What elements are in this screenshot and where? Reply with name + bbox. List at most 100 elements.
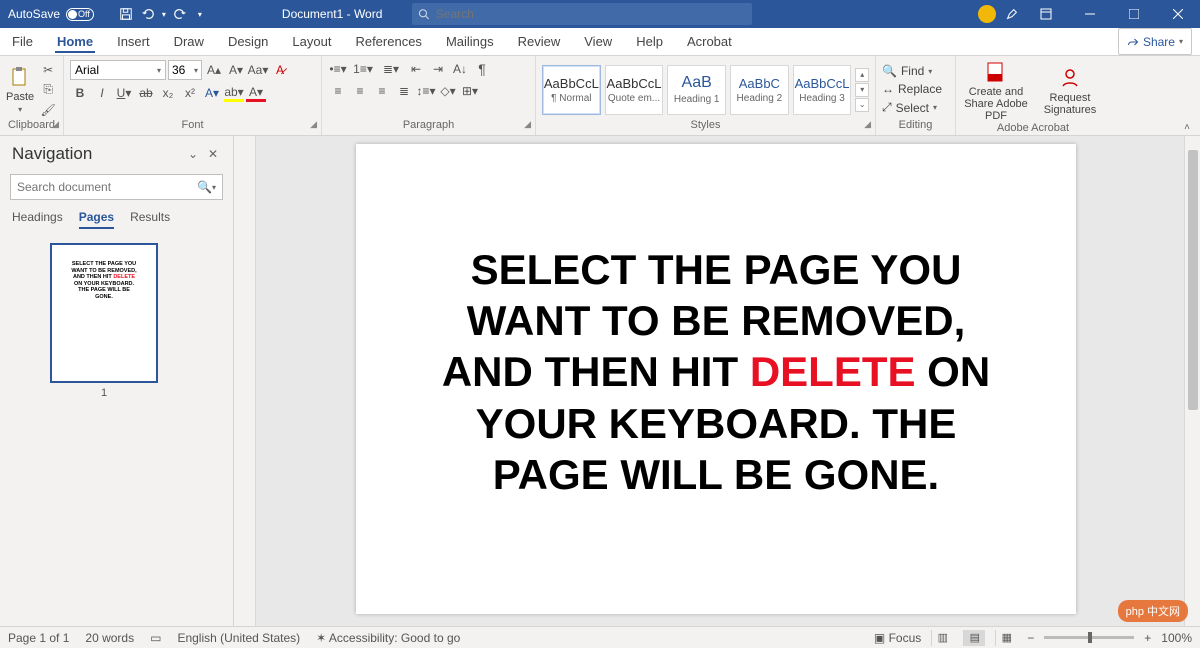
autosave-toggle[interactable]: AutoSave Off xyxy=(8,7,112,21)
nav-tab-pages[interactable]: Pages xyxy=(79,210,114,229)
request-signatures-button[interactable]: Request Signatures xyxy=(1036,66,1104,116)
status-proofing-icon[interactable]: ▭ xyxy=(150,631,161,645)
tab-mailings[interactable]: Mailings xyxy=(434,28,506,55)
tab-acrobat[interactable]: Acrobat xyxy=(675,28,744,55)
font-name-select[interactable]: Arial▾ xyxy=(70,60,166,80)
align-left-icon[interactable]: ≡ xyxy=(328,82,348,100)
nav-dropdown-icon[interactable]: ⌄ xyxy=(183,147,203,161)
italic-button[interactable]: I xyxy=(92,84,112,102)
document-area[interactable]: SELECT THE PAGE YOU WANT TO BE REMOVED, … xyxy=(256,136,1200,626)
copy-icon[interactable]: ⎘ xyxy=(38,81,58,99)
status-words[interactable]: 20 words xyxy=(85,631,134,645)
maximize-button[interactable] xyxy=(1116,0,1152,28)
tab-references[interactable]: References xyxy=(343,28,433,55)
multilevel-list-icon[interactable]: ≣▾ xyxy=(378,60,404,78)
tab-view[interactable]: View xyxy=(572,28,624,55)
drawing-mode-icon[interactable] xyxy=(1004,6,1020,22)
redo-icon[interactable] xyxy=(172,6,188,22)
print-layout-icon[interactable]: ▤ xyxy=(963,630,985,646)
tab-review[interactable]: Review xyxy=(506,28,573,55)
styles-gallery-more[interactable]: ▴▾⌄ xyxy=(855,68,869,112)
show-marks-icon[interactable]: ¶ xyxy=(472,60,492,78)
clear-formatting-icon[interactable]: A̷ xyxy=(270,61,290,79)
line-spacing-icon[interactable]: ↕≡▾ xyxy=(416,82,436,100)
subscript-button[interactable]: x₂ xyxy=(158,84,178,102)
status-language[interactable]: English (United States) xyxy=(177,631,300,645)
cut-icon[interactable]: ✂ xyxy=(38,61,58,79)
paste-button[interactable]: Paste▾ xyxy=(6,65,34,114)
borders-icon[interactable]: ⊞▾ xyxy=(460,82,480,100)
change-case-icon[interactable]: Aa▾ xyxy=(248,61,268,79)
align-right-icon[interactable]: ≡ xyxy=(372,82,392,100)
zoom-level[interactable]: 100% xyxy=(1161,631,1192,645)
zoom-slider[interactable] xyxy=(1044,636,1134,639)
page[interactable]: SELECT THE PAGE YOU WANT TO BE REMOVED, … xyxy=(356,144,1076,614)
user-avatar[interactable] xyxy=(978,5,996,23)
status-page[interactable]: Page 1 of 1 xyxy=(8,631,69,645)
increase-indent-icon[interactable]: ⇥ xyxy=(428,60,448,78)
text-effects-icon[interactable]: A▾ xyxy=(202,84,222,102)
style-normal[interactable]: AaBbCcL¶ Normal xyxy=(542,65,601,115)
tab-draw[interactable]: Draw xyxy=(162,28,216,55)
save-icon[interactable] xyxy=(118,6,134,22)
font-color-icon[interactable]: A▾ xyxy=(246,84,266,102)
nav-close-icon[interactable]: ✕ xyxy=(203,147,223,161)
decrease-indent-icon[interactable]: ⇤ xyxy=(406,60,426,78)
dialog-launcher-icon[interactable]: ◢ xyxy=(524,119,531,130)
tab-help[interactable]: Help xyxy=(624,28,675,55)
find-button[interactable]: 🔍Find▾ xyxy=(882,64,942,78)
dialog-launcher-icon[interactable]: ◢ xyxy=(52,119,59,130)
sort-icon[interactable]: A↓ xyxy=(450,60,470,78)
shrink-font-icon[interactable]: A▾ xyxy=(226,61,246,79)
document-text[interactable]: SELECT THE PAGE YOU WANT TO BE REMOVED, … xyxy=(436,244,996,500)
tab-design[interactable]: Design xyxy=(216,28,280,55)
underline-button[interactable]: U▾ xyxy=(114,84,134,102)
search-input[interactable] xyxy=(436,7,747,21)
tab-home[interactable]: Home xyxy=(45,28,105,55)
bullets-icon[interactable]: •≡▾ xyxy=(328,60,348,78)
ribbon-display-icon[interactable] xyxy=(1028,0,1064,28)
strikethrough-button[interactable]: ab xyxy=(136,84,156,102)
web-layout-icon[interactable]: ▦ xyxy=(995,630,1017,646)
style-heading1[interactable]: AaBHeading 1 xyxy=(667,65,726,115)
nav-search-box[interactable]: 🔍▾ xyxy=(10,174,223,200)
collapse-ribbon-icon[interactable]: ˄ xyxy=(1184,122,1190,133)
numbering-icon[interactable]: 1≡▾ xyxy=(350,60,376,78)
highlight-icon[interactable]: ab▾ xyxy=(224,84,244,102)
undo-icon[interactable] xyxy=(140,6,156,22)
nav-search-input[interactable] xyxy=(17,180,197,194)
select-button[interactable]: ⤢Select▾ xyxy=(882,100,942,115)
style-heading2[interactable]: AaBbCHeading 2 xyxy=(730,65,789,115)
qat-customize-icon[interactable]: ▾ xyxy=(198,10,202,19)
nav-tab-results[interactable]: Results xyxy=(130,210,170,229)
tab-file[interactable]: File xyxy=(0,28,45,55)
justify-icon[interactable]: ≣ xyxy=(394,82,414,100)
style-quote[interactable]: AaBbCcLQuote em... xyxy=(605,65,664,115)
undo-dropdown-icon[interactable]: ▾ xyxy=(162,10,166,19)
shading-icon[interactable]: ◇▾ xyxy=(438,82,458,100)
tab-layout[interactable]: Layout xyxy=(280,28,343,55)
align-center-icon[interactable]: ≡ xyxy=(350,82,370,100)
scrollbar-thumb[interactable] xyxy=(1188,150,1198,410)
nav-tab-headings[interactable]: Headings xyxy=(12,210,63,229)
tab-insert[interactable]: Insert xyxy=(105,28,162,55)
superscript-button[interactable]: x² xyxy=(180,84,200,102)
style-heading3[interactable]: AaBbCcLHeading 3 xyxy=(793,65,852,115)
page-thumbnail[interactable]: SELECT THE PAGE YOU WANT TO BE REMOVED, … xyxy=(50,243,158,383)
minimize-button[interactable] xyxy=(1072,0,1108,28)
format-painter-icon[interactable]: 🖌 xyxy=(38,101,58,119)
share-button[interactable]: Share▾ xyxy=(1118,28,1192,55)
bold-button[interactable]: B xyxy=(70,84,90,102)
zoom-out-button[interactable]: − xyxy=(1027,631,1034,645)
create-pdf-button[interactable]: Create and Share Adobe PDF xyxy=(962,60,1030,122)
grow-font-icon[interactable]: A▴ xyxy=(204,61,224,79)
dialog-launcher-icon[interactable]: ◢ xyxy=(864,119,871,130)
status-accessibility[interactable]: ✶ Accessibility: Good to go xyxy=(316,631,460,645)
close-button[interactable] xyxy=(1160,0,1196,28)
read-mode-icon[interactable]: ▥ xyxy=(931,630,953,646)
focus-mode-button[interactable]: ▣ Focus xyxy=(874,631,921,645)
font-size-select[interactable]: 36▾ xyxy=(168,60,202,80)
replace-button[interactable]: ↔Replace xyxy=(882,82,942,96)
zoom-in-button[interactable]: + xyxy=(1144,631,1151,645)
dialog-launcher-icon[interactable]: ◢ xyxy=(310,119,317,130)
